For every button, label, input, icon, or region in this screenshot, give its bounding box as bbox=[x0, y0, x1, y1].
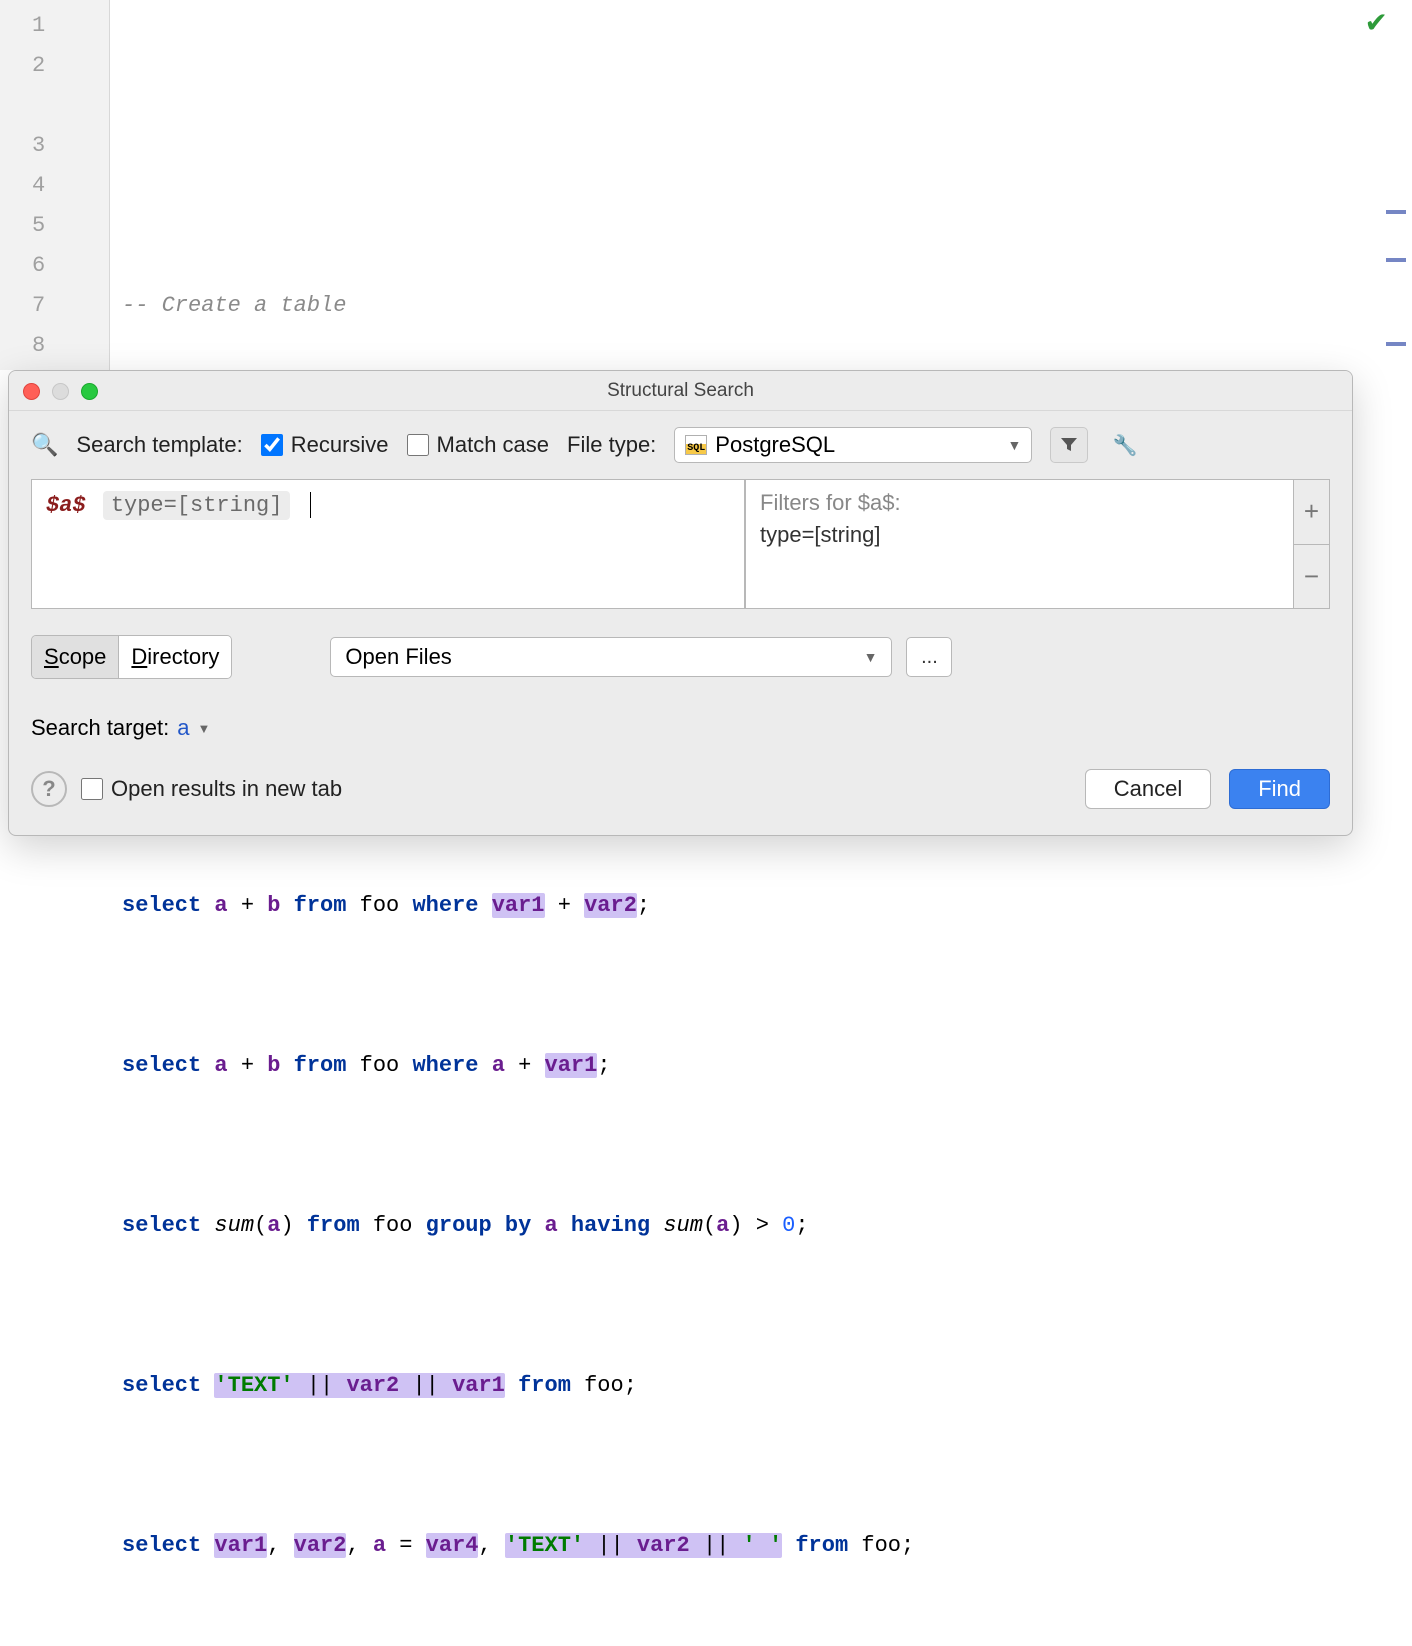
scope-directory-toggle[interactable]: Scope Directory bbox=[31, 635, 232, 679]
chevron-down-icon: ▼ bbox=[197, 721, 210, 736]
cancel-button[interactable]: Cancel bbox=[1085, 769, 1211, 809]
search-target-value: a bbox=[177, 715, 189, 741]
line-number: 8 bbox=[0, 326, 109, 366]
search-target-row[interactable]: Search target: a ▼ bbox=[9, 689, 1352, 751]
minimap-marker bbox=[1386, 210, 1406, 214]
file-type-value: PostgreSQL bbox=[715, 432, 1007, 458]
minimize-icon bbox=[52, 383, 69, 400]
directory-button[interactable]: Directory bbox=[118, 636, 231, 678]
template-variable: $a$ bbox=[46, 493, 86, 518]
find-button[interactable]: Find bbox=[1229, 769, 1330, 809]
line-number: 4 bbox=[0, 166, 109, 206]
chevron-down-icon: ▼ bbox=[864, 649, 878, 665]
template-input[interactable]: $a$ type=[string] bbox=[31, 479, 745, 609]
panes: $a$ type=[string] Filters for $a$: type=… bbox=[9, 479, 1352, 609]
dialog-title: Structural Search bbox=[9, 371, 1352, 411]
gutter: 1 2 3 4 5 6 7 8 bbox=[0, 0, 110, 370]
browse-button[interactable]: ... bbox=[906, 637, 952, 677]
code-area[interactable]: ✔ -- Create a table create table foo (a … bbox=[110, 0, 1412, 370]
sql-file-icon: SQL bbox=[685, 435, 707, 455]
file-type-label: File type: bbox=[567, 432, 656, 458]
line-number: 3 bbox=[0, 126, 109, 166]
maximize-icon[interactable] bbox=[81, 383, 98, 400]
chevron-down-icon: ▼ bbox=[1007, 437, 1021, 453]
open-new-tab-input[interactable] bbox=[81, 778, 103, 800]
close-icon[interactable] bbox=[23, 383, 40, 400]
line-number: 1 bbox=[0, 6, 109, 46]
minimap-marker bbox=[1386, 342, 1406, 346]
open-new-tab-checkbox[interactable]: Open results in new tab bbox=[81, 776, 342, 802]
file-type-dropdown[interactable]: SQL PostgreSQL ▼ bbox=[674, 427, 1032, 463]
filters-label: Filters for $a$: bbox=[760, 490, 1279, 516]
match-case-input[interactable] bbox=[407, 434, 429, 456]
open-new-tab-label: Open results in new tab bbox=[111, 776, 342, 802]
template-hint: type=[string] bbox=[103, 491, 291, 520]
structural-search-dialog: Structural Search 🔍 Search template: Rec… bbox=[8, 370, 1353, 836]
line-number: 5 bbox=[0, 206, 109, 246]
filter-icon[interactable] bbox=[1050, 427, 1088, 463]
filters-panel: Filters for $a$: type=[string] bbox=[745, 479, 1294, 609]
scope-dropdown[interactable]: Open Files ▼ bbox=[330, 637, 892, 677]
code-editor[interactable]: 1 2 3 4 5 6 7 8 ✔ -- Create a table crea… bbox=[0, 0, 1412, 370]
match-case-label: Match case bbox=[437, 432, 550, 458]
filters-value: type=[string] bbox=[760, 522, 1279, 548]
scope-button[interactable]: Scope bbox=[32, 636, 118, 678]
search-template-label: Search template: bbox=[76, 432, 242, 458]
scope-value: Open Files bbox=[345, 644, 451, 670]
add-filter-button[interactable]: + bbox=[1294, 480, 1329, 544]
remove-filter-button[interactable]: − bbox=[1294, 544, 1329, 609]
match-case-checkbox[interactable]: Match case bbox=[407, 432, 550, 458]
search-target-label: Search target: bbox=[31, 715, 169, 741]
line-number: 2 bbox=[0, 46, 109, 86]
minimap-marker bbox=[1386, 258, 1406, 262]
recursive-input[interactable] bbox=[261, 434, 283, 456]
text-cursor bbox=[310, 492, 311, 518]
comment: -- Create a table bbox=[122, 293, 346, 318]
help-button[interactable]: ? bbox=[31, 771, 67, 807]
filter-side-buttons: + − bbox=[1294, 479, 1330, 609]
toolbar: 🔍 Search template: Recursive Match case … bbox=[9, 411, 1352, 479]
dialog-footer: ? Open results in new tab Cancel Find bbox=[9, 751, 1352, 835]
line-number: 7 bbox=[0, 286, 109, 326]
titlebar[interactable]: Structural Search bbox=[9, 371, 1352, 411]
line-number: 6 bbox=[0, 246, 109, 286]
wrench-icon[interactable]: 🔧 bbox=[1106, 427, 1144, 463]
scope-row: Scope Directory Open Files ▼ ... bbox=[9, 609, 1352, 689]
recursive-checkbox[interactable]: Recursive bbox=[261, 432, 389, 458]
check-icon: ✔ bbox=[1365, 6, 1388, 46]
recursive-label: Recursive bbox=[291, 432, 389, 458]
window-controls bbox=[23, 383, 98, 400]
search-icon: 🔍 bbox=[31, 432, 58, 458]
